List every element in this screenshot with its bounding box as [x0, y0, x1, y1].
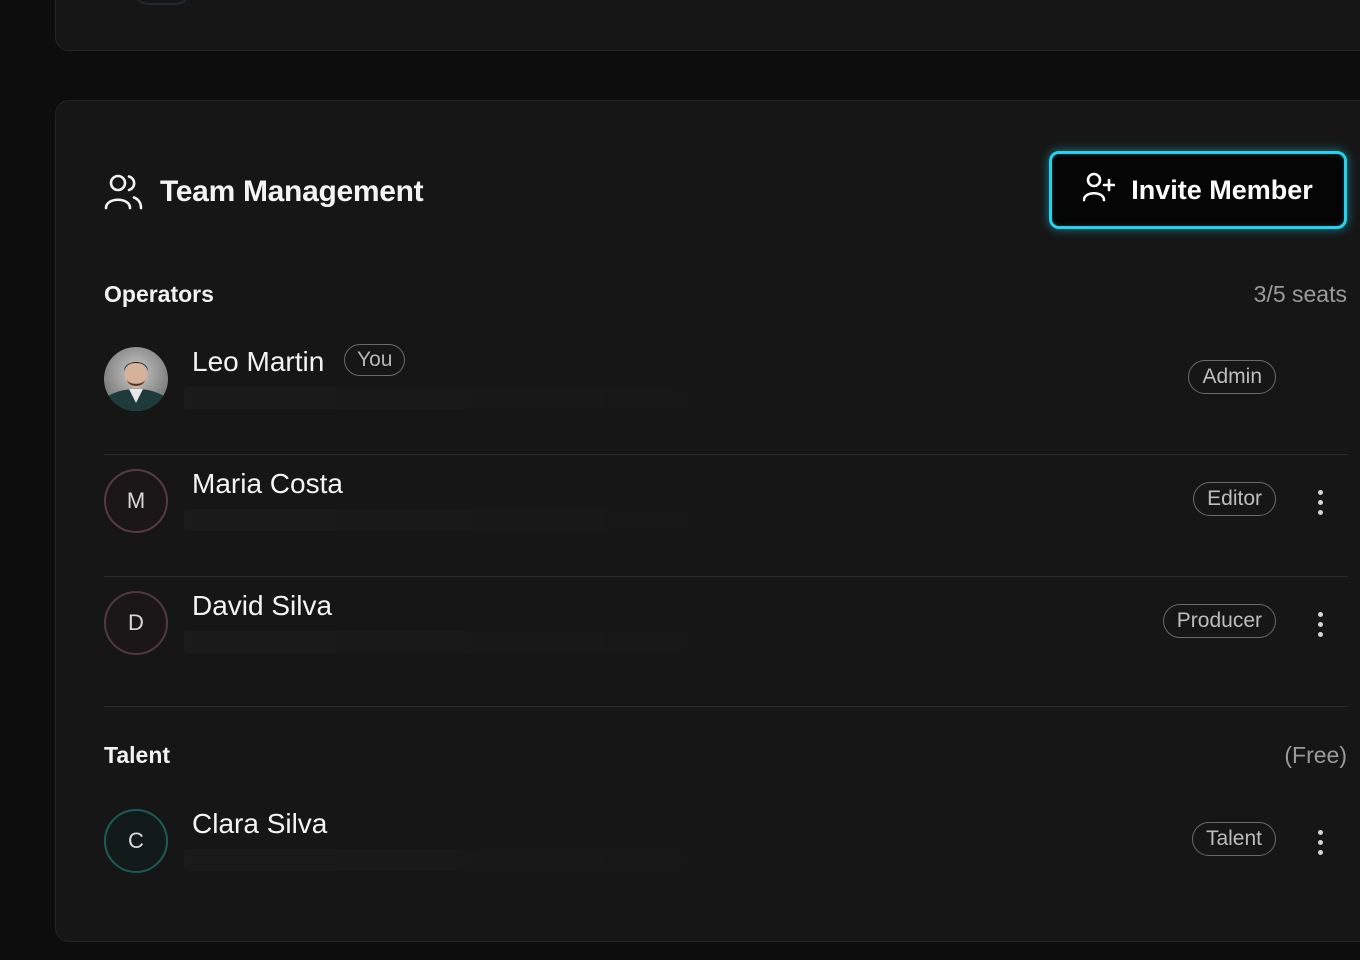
member-row-david-silva: D David Silva Producer: [104, 576, 1348, 698]
section-divider: [104, 706, 1348, 707]
previous-card: [55, 0, 1360, 51]
invite-member-button[interactable]: Invite Member: [1049, 151, 1347, 229]
avatar: M: [104, 469, 168, 533]
page: Team Management Invite Member Operators …: [0, 0, 1360, 960]
more-options-icon[interactable]: [1312, 824, 1328, 860]
name-skeleton: [184, 849, 744, 871]
card-header: Team Management: [104, 173, 424, 211]
more-options-icon[interactable]: [1312, 606, 1328, 642]
name-skeleton: [184, 509, 744, 531]
role-badge: Producer: [1162, 604, 1276, 638]
avatar: D: [104, 591, 168, 655]
name-skeleton: [184, 631, 744, 653]
operators-label: Operators: [104, 281, 214, 307]
avatar: C: [104, 809, 168, 873]
team-management-card: Team Management Invite Member Operators …: [55, 100, 1360, 942]
talent-label: Talent: [104, 742, 171, 768]
avatar: [104, 347, 168, 411]
member-name: Maria Costa: [192, 468, 343, 499]
member-name: Clara Silva: [192, 808, 328, 839]
member-row-maria-costa: M Maria Costa Editor: [104, 454, 1348, 577]
role-badge: Admin: [1188, 360, 1276, 394]
users-icon: [104, 173, 144, 211]
invite-member-label: Invite Member: [1131, 174, 1313, 205]
more-options-icon[interactable]: [1312, 484, 1328, 520]
role-badge: Talent: [1191, 822, 1276, 856]
name-skeleton: [184, 387, 744, 409]
member-name: Leo Martin: [192, 346, 325, 377]
page-title: Team Management: [160, 175, 424, 208]
member-name: David Silva: [192, 590, 333, 621]
member-row-leo-martin: Leo Martin You Admin: [104, 332, 1348, 455]
member-row-clara-silva: C Clara Silva Talent: [104, 794, 1348, 916]
role-badge: Editor: [1193, 482, 1276, 516]
you-badge: You: [344, 344, 406, 376]
avatar-peek: [134, 0, 190, 5]
talent-meta: (Free): [1284, 742, 1347, 768]
operators-seats: 3/5 seats: [1253, 281, 1347, 307]
user-plus-icon: [1082, 172, 1116, 209]
